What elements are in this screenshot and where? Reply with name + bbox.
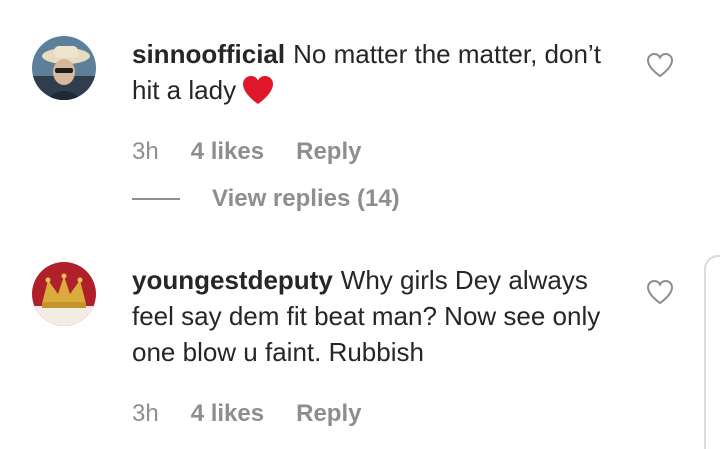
comment-time: 3h — [132, 400, 159, 427]
reply-button[interactable]: Reply — [296, 138, 361, 166]
heart-outline-icon[interactable] — [646, 52, 674, 78]
comment-text: youngestdeputy Why girls Dey always feel … — [132, 262, 622, 370]
view-replies-label: View replies (14) — [212, 185, 400, 212]
bottom-sheet-edge — [704, 255, 720, 449]
comment-text: sinnoofficial No matter the matter, don’t… — [132, 36, 622, 114]
likes-count[interactable]: 4 likes — [191, 400, 264, 428]
red-heart-icon — [242, 75, 274, 114]
comment-username[interactable]: sinnoofficial — [132, 39, 285, 69]
view-replies-button[interactable]: View replies (14) — [132, 185, 400, 213]
avatar[interactable] — [32, 36, 96, 100]
avatar[interactable] — [32, 262, 96, 326]
comment-time: 3h — [132, 138, 159, 165]
reply-button[interactable]: Reply — [296, 400, 361, 428]
comment-meta: 3h 4 likes Reply — [132, 138, 361, 166]
likes-count[interactable]: 4 likes — [191, 138, 264, 166]
comments-list: sinnoofficial No matter the matter, don’t… — [0, 0, 720, 449]
comment-meta: 3h 4 likes Reply — [132, 400, 361, 428]
heart-outline-icon[interactable] — [646, 279, 674, 305]
comment-username[interactable]: youngestdeputy — [132, 265, 333, 295]
replies-divider — [132, 198, 180, 200]
